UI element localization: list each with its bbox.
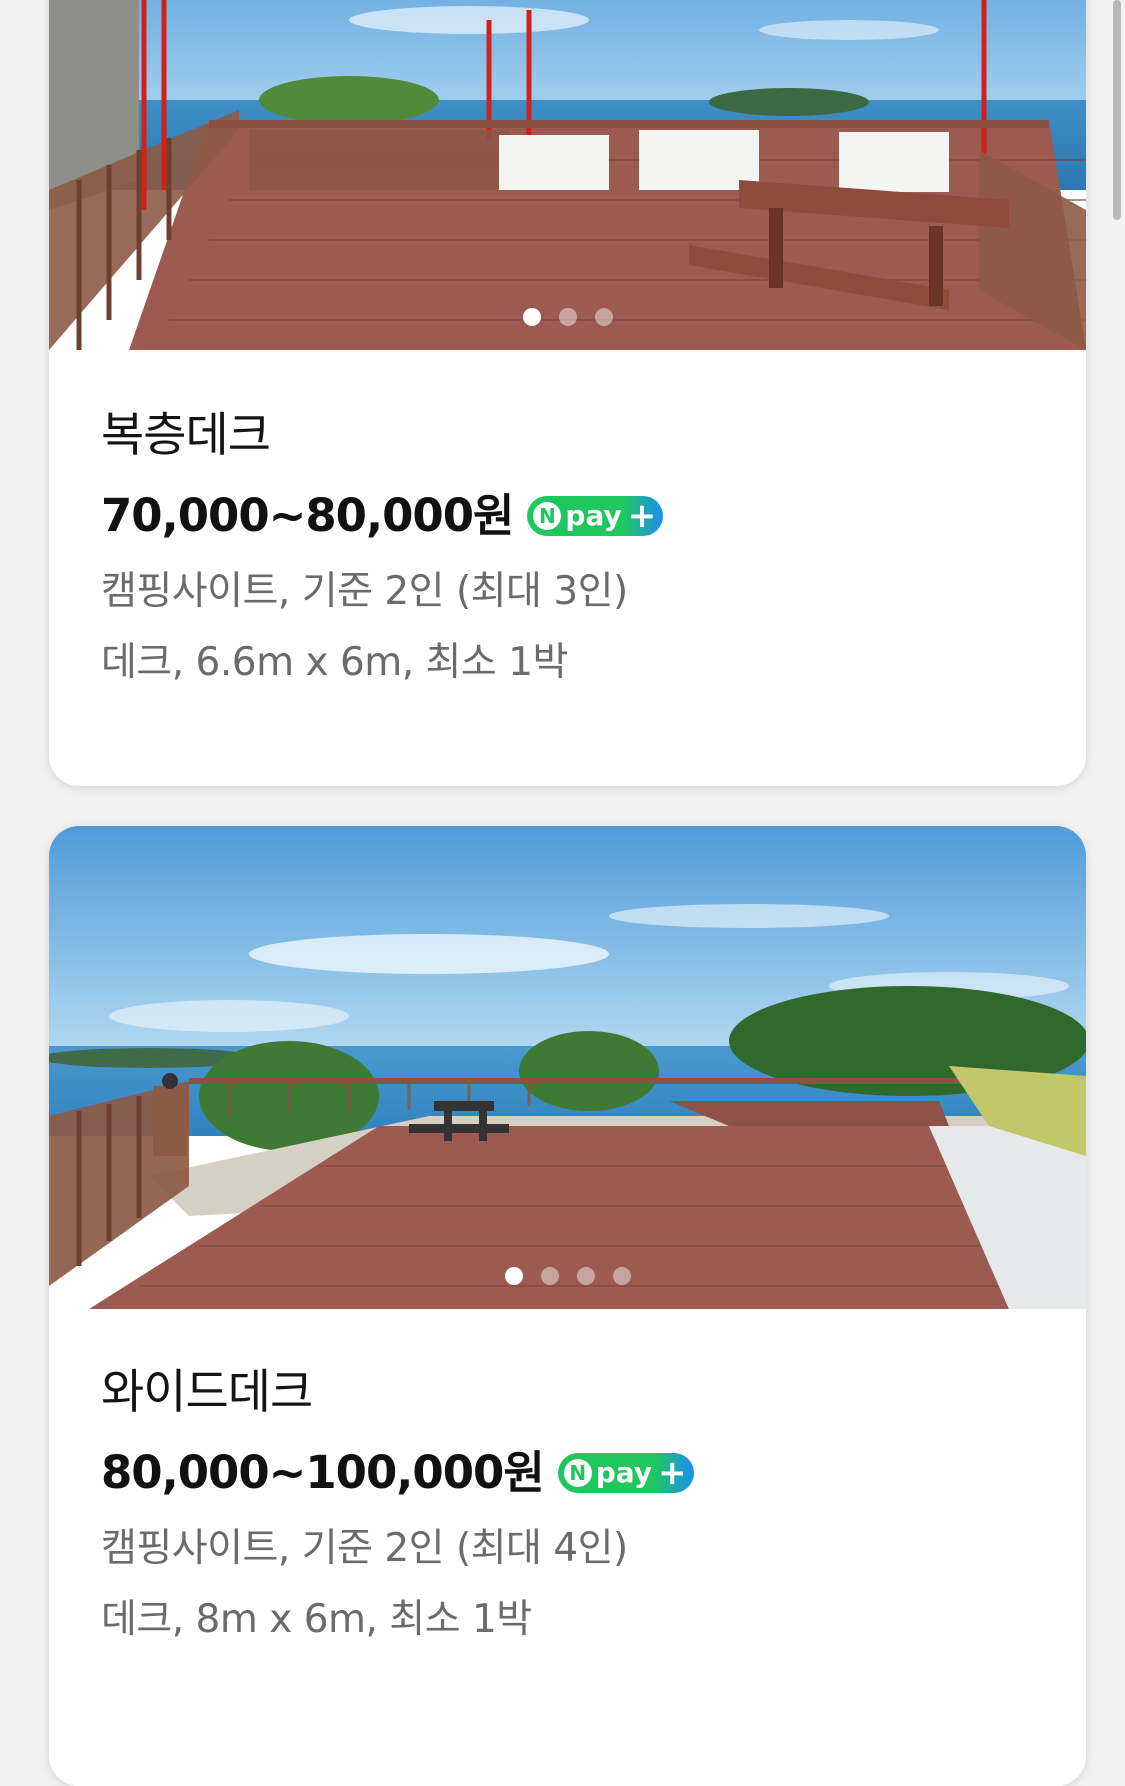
listing-card-wide-deck[interactable]: 와이드데크 80,000~100,000원 N pay + 캠핑사이트, 기준 … [49, 826, 1086, 1786]
carousel-dot[interactable] [504, 1267, 523, 1285]
listing-photo-carousel[interactable] [49, 0, 1086, 350]
listing-capacity: 캠핑사이트, 기준 2인 (최대 3인) [101, 569, 628, 614]
npay-label: pay [595, 1456, 653, 1489]
plus-icon: + [658, 1452, 687, 1493]
carousel-indicator [49, 1267, 1086, 1285]
listing-price: 70,000~80,000원 [101, 489, 514, 542]
listing-capacity: 캠핑사이트, 기준 2인 (최대 4인) [101, 1526, 628, 1571]
deck-photo [49, 0, 1086, 350]
carousel-dot[interactable] [522, 308, 541, 326]
listing-card-duplex-deck[interactable]: 복층데크 70,000~80,000원 N pay + 캠핑사이트, 기준 2인… [49, 0, 1086, 786]
deck-photo [49, 826, 1086, 1309]
listing-photo-carousel[interactable] [49, 826, 1086, 1309]
carousel-dot[interactable] [540, 1267, 559, 1285]
listing-price: 80,000~100,000원 [101, 1446, 545, 1499]
carousel-dot[interactable] [594, 308, 613, 326]
carousel-indicator [49, 308, 1086, 326]
listing-title: 와이드데크 [101, 1365, 313, 1420]
listing-site-details: 데크, 8m x 6m, 최소 1박 [101, 1597, 532, 1642]
naver-n-icon: N [563, 1458, 592, 1487]
npay-plus-badge: N pay + [557, 1452, 694, 1493]
naver-n-icon: N [533, 501, 562, 530]
price-row: 70,000~80,000원 N pay + [101, 493, 1086, 538]
listing-info: 복층데크 70,000~80,000원 N pay + 캠핑사이트, 기준 2인… [49, 350, 1086, 682]
plus-icon: + [627, 495, 657, 536]
carousel-dot[interactable] [612, 1267, 631, 1285]
listing-title: 복층데크 [101, 408, 271, 463]
listing-site-details: 데크, 6.6m x 6m, 최소 1박 [101, 640, 568, 685]
listing-info: 와이드데크 80,000~100,000원 N pay + 캠핑사이트, 기준 … [49, 1309, 1086, 1639]
carousel-dot[interactable] [576, 1267, 595, 1285]
page-scrollbar[interactable] [1113, 0, 1121, 220]
carousel-dot[interactable] [558, 308, 577, 326]
npay-plus-badge: N pay + [527, 495, 664, 536]
npay-label: pay [565, 499, 622, 532]
price-row: 80,000~100,000원 N pay + [101, 1450, 1086, 1495]
